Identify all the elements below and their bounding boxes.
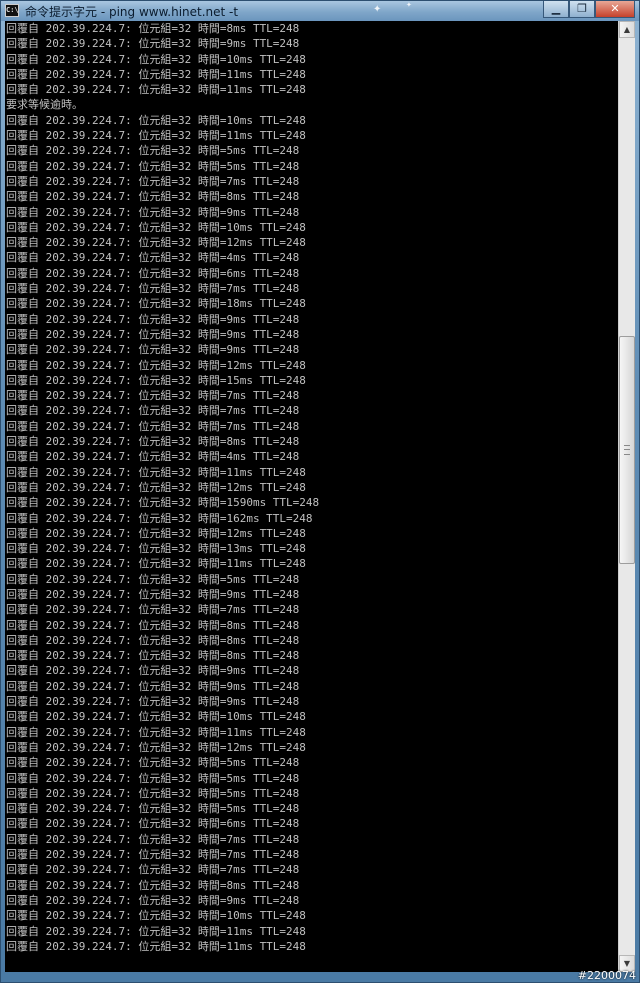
- sparkle-decoration: ✦: [373, 4, 382, 15]
- console-line: 回覆自 202.39.224.7: 位元組=32 時間=11ms TTL=248: [6, 83, 306, 97]
- console-line: 回覆自 202.39.224.7: 位元組=32 時間=4ms TTL=248: [6, 450, 300, 464]
- console-line: 回覆自 202.39.224.7: 位元組=32 時間=7ms TTL=248: [6, 848, 300, 862]
- console-line: 回覆自 202.39.224.7: 位元組=32 時間=7ms TTL=248: [6, 832, 300, 846]
- console-line: 回覆自 202.39.224.7: 位元組=32 時間=12ms TTL=248: [6, 358, 306, 372]
- console-line: 回覆自 202.39.224.7: 位元組=32 時間=6ms TTL=248: [6, 817, 300, 831]
- console-line: 回覆自 202.39.224.7: 位元組=32 時間=13ms TTL=248: [6, 542, 306, 556]
- console-line: 回覆自 202.39.224.7: 位元組=32 時間=7ms TTL=248: [6, 603, 300, 617]
- watermark: #2200074: [577, 969, 636, 982]
- console-line: 回覆自 202.39.224.7: 位元組=32 時間=10ms TTL=248: [6, 710, 306, 724]
- arrow-down-icon: ▼: [623, 959, 631, 968]
- window-controls: ▁ ❐ ✕: [543, 1, 635, 18]
- console-line: 回覆自 202.39.224.7: 位元組=32 時間=15ms TTL=248: [6, 373, 306, 387]
- console-line: 回覆自 202.39.224.7: 位元組=32 時間=7ms TTL=248: [6, 404, 300, 418]
- console-line: 回覆自 202.39.224.7: 位元組=32 時間=4ms TTL=248: [6, 251, 300, 265]
- console-line: 回覆自 202.39.224.7: 位元組=32 時間=9ms TTL=248: [6, 587, 300, 601]
- grip-icon: [624, 445, 630, 455]
- minimize-icon: ▁: [551, 2, 561, 15]
- console-line: 回覆自 202.39.224.7: 位元組=32 時間=8ms TTL=248: [6, 633, 300, 647]
- console-line: 回覆自 202.39.224.7: 位元組=32 時間=8ms TTL=248: [6, 22, 300, 35]
- command-prompt-window: C:\ 命令提示字元 - ping www.hinet.net -t ✦ ✦ ▁…: [0, 0, 640, 983]
- console-line: 回覆自 202.39.224.7: 位元組=32 時間=162ms TTL=24…: [6, 511, 313, 525]
- console-line: 要求等候逾時。: [6, 98, 83, 112]
- console-line: 回覆自 202.39.224.7: 位元組=32 時間=5ms TTL=248: [6, 802, 300, 816]
- console-line: 回覆自 202.39.224.7: 位元組=32 時間=7ms TTL=248: [6, 282, 300, 296]
- cmd-icon[interactable]: C:\: [5, 4, 19, 17]
- console-line: 回覆自 202.39.224.7: 位元組=32 時間=5ms TTL=248: [6, 572, 300, 586]
- scroll-up-button[interactable]: ▲: [619, 21, 635, 38]
- console-line: 回覆自 202.39.224.7: 位元組=32 時間=9ms TTL=248: [6, 327, 300, 341]
- title-bar[interactable]: C:\ 命令提示字元 - ping www.hinet.net -t ✦ ✦ ▁…: [1, 1, 639, 21]
- console-line: 回覆自 202.39.224.7: 位元組=32 時間=10ms TTL=248: [6, 909, 306, 923]
- console-line: 回覆自 202.39.224.7: 位元組=32 時間=11ms TTL=248: [6, 725, 306, 739]
- console-line: 回覆自 202.39.224.7: 位元組=32 時間=7ms TTL=248: [6, 174, 300, 188]
- console-line: 回覆自 202.39.224.7: 位元組=32 時間=11ms TTL=248: [6, 129, 306, 143]
- console-line: 回覆自 202.39.224.7: 位元組=32 時間=9ms TTL=248: [6, 893, 300, 907]
- console-line: 回覆自 202.39.224.7: 位元組=32 時間=11ms TTL=248: [6, 939, 306, 953]
- console-line: 回覆自 202.39.224.7: 位元組=32 時間=10ms TTL=248: [6, 220, 306, 234]
- maximize-button[interactable]: ❐: [569, 1, 595, 18]
- console-line: 回覆自 202.39.224.7: 位元組=32 時間=11ms TTL=248: [6, 67, 306, 81]
- console-line: 回覆自 202.39.224.7: 位元組=32 時間=7ms TTL=248: [6, 389, 300, 403]
- close-icon: ✕: [610, 2, 620, 15]
- console-line: 回覆自 202.39.224.7: 位元組=32 時間=7ms TTL=248: [6, 419, 300, 433]
- window-title: 命令提示字元 - ping www.hinet.net -t: [25, 5, 239, 19]
- arrow-up-icon: ▲: [623, 25, 631, 34]
- console-line: 回覆自 202.39.224.7: 位元組=32 時間=9ms TTL=248: [6, 664, 300, 678]
- console-line: 回覆自 202.39.224.7: 位元組=32 時間=9ms TTL=248: [6, 695, 300, 709]
- close-button[interactable]: ✕: [595, 1, 635, 18]
- console-line: 回覆自 202.39.224.7: 位元組=32 時間=9ms TTL=248: [6, 343, 300, 357]
- console-line: 回覆自 202.39.224.7: 位元組=32 時間=9ms TTL=248: [6, 679, 300, 693]
- minimize-button[interactable]: ▁: [543, 1, 569, 18]
- console-line: 回覆自 202.39.224.7: 位元組=32 時間=11ms TTL=248: [6, 924, 306, 938]
- console-line: 回覆自 202.39.224.7: 位元組=32 時間=12ms TTL=248: [6, 480, 306, 494]
- console-line: 回覆自 202.39.224.7: 位元組=32 時間=10ms TTL=248: [6, 113, 306, 127]
- scroll-thumb[interactable]: [619, 336, 635, 564]
- console-line: 回覆自 202.39.224.7: 位元組=32 時間=7ms TTL=248: [6, 863, 300, 877]
- console-line: 回覆自 202.39.224.7: 位元組=32 時間=8ms TTL=248: [6, 649, 300, 663]
- console-line: 回覆自 202.39.224.7: 位元組=32 時間=5ms TTL=248: [6, 786, 300, 800]
- console-line: 回覆自 202.39.224.7: 位元組=32 時間=18ms TTL=248: [6, 297, 306, 311]
- console-line: 回覆自 202.39.224.7: 位元組=32 時間=10ms TTL=248: [6, 52, 306, 66]
- console-line: 回覆自 202.39.224.7: 位元組=32 時間=5ms TTL=248: [6, 756, 300, 770]
- maximize-icon: ❐: [577, 2, 587, 15]
- console-line: 回覆自 202.39.224.7: 位元組=32 時間=8ms TTL=248: [6, 618, 300, 632]
- console-line: 回覆自 202.39.224.7: 位元組=32 時間=8ms TTL=248: [6, 435, 300, 449]
- console-line: 回覆自 202.39.224.7: 位元組=32 時間=12ms TTL=248: [6, 740, 306, 754]
- console-line: 回覆自 202.39.224.7: 位元組=32 時間=5ms TTL=248: [6, 159, 300, 173]
- console-line: 回覆自 202.39.224.7: 位元組=32 時間=5ms TTL=248: [6, 144, 300, 158]
- console-line: 回覆自 202.39.224.7: 位元組=32 時間=12ms TTL=248: [6, 236, 306, 250]
- console-line: 回覆自 202.39.224.7: 位元組=32 時間=11ms TTL=248: [6, 557, 306, 571]
- console-output[interactable]: 回覆自 202.39.224.7: 位元組=32 時間=8ms TTL=248 回…: [5, 21, 618, 972]
- vertical-scrollbar[interactable]: ▲ ▼: [618, 21, 635, 972]
- console-line: 回覆自 202.39.224.7: 位元組=32 時間=9ms TTL=248: [6, 312, 300, 326]
- console-line: 回覆自 202.39.224.7: 位元組=32 時間=5ms TTL=248: [6, 771, 300, 785]
- console-line: 回覆自 202.39.224.7: 位元組=32 時間=12ms TTL=248: [6, 526, 306, 540]
- console-line: 回覆自 202.39.224.7: 位元組=32 時間=9ms TTL=248: [6, 37, 300, 51]
- sparkle-decoration: ✦: [406, 1, 412, 9]
- console-line: 回覆自 202.39.224.7: 位元組=32 時間=8ms TTL=248: [6, 190, 300, 204]
- console-line: 回覆自 202.39.224.7: 位元組=32 時間=9ms TTL=248: [6, 205, 300, 219]
- console-line: 回覆自 202.39.224.7: 位元組=32 時間=6ms TTL=248: [6, 266, 300, 280]
- console-line: 回覆自 202.39.224.7: 位元組=32 時間=1590ms TTL=2…: [6, 496, 320, 510]
- console-line: 回覆自 202.39.224.7: 位元組=32 時間=11ms TTL=248: [6, 465, 306, 479]
- console-line: 回覆自 202.39.224.7: 位元組=32 時間=8ms TTL=248: [6, 878, 300, 892]
